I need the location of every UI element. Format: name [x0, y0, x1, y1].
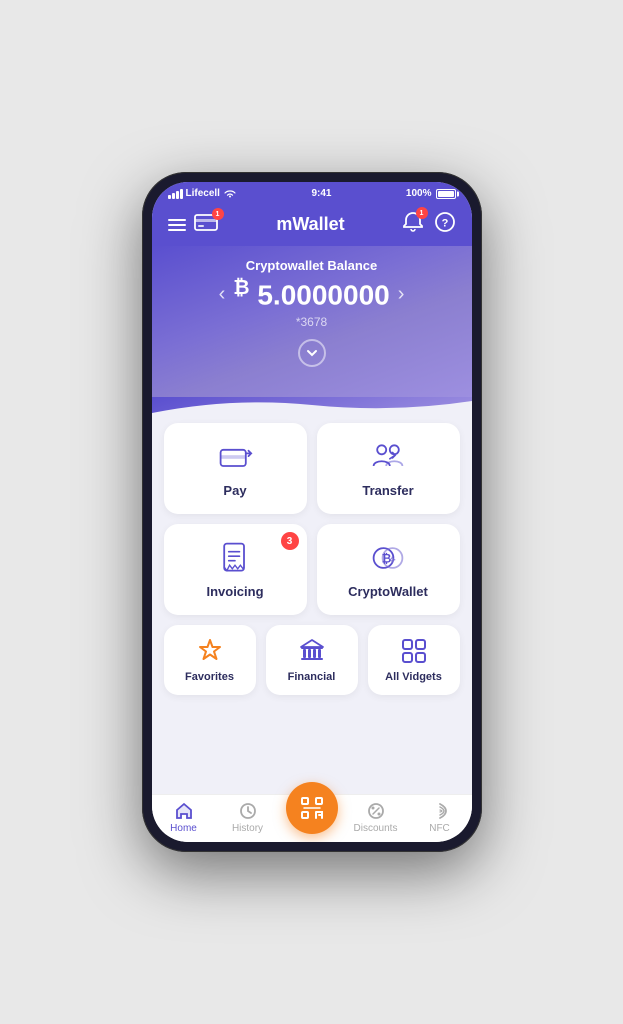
grid-icon — [400, 637, 428, 665]
all-vidgets-label: All Vidgets — [385, 671, 442, 683]
invoicing-icon — [217, 540, 253, 576]
all-vidgets-card[interactable]: All Vidgets — [368, 625, 460, 695]
financial-label: Financial — [288, 671, 336, 683]
favorites-card[interactable]: Favorites — [164, 625, 256, 695]
menu-button[interactable] — [168, 219, 186, 231]
notification-badge: 1 — [416, 207, 428, 219]
nav-nfc-label: NFC — [429, 823, 450, 834]
help-button[interactable]: ? — [434, 211, 456, 238]
notification-button[interactable]: 1 — [402, 211, 424, 238]
next-wallet-button[interactable]: › — [398, 283, 405, 306]
nav-scan-wrapper — [280, 802, 344, 834]
quick-actions-grid: Favorites Financial — [164, 625, 460, 695]
phone-screen: Lifecell 9:41 100% — [152, 182, 472, 842]
chevron-down-icon — [305, 346, 319, 360]
balance-row: ‹ ₿ 5.0000000 › — [168, 277, 456, 311]
financial-card[interactable]: Financial — [266, 625, 358, 695]
header-right: 1 ? — [402, 211, 456, 238]
svg-text:⟡: ⟡ — [389, 555, 396, 566]
account-number: *3678 — [168, 315, 456, 329]
pay-icon — [217, 439, 253, 475]
scan-button[interactable] — [286, 782, 338, 834]
main-content: Pay Transfer 3 — [152, 413, 472, 794]
transfer-label: Transfer — [362, 483, 413, 498]
bank-icon — [298, 637, 326, 665]
app-title: mWallet — [276, 214, 344, 235]
phone-frame: Lifecell 9:41 100% — [142, 172, 482, 852]
pay-card[interactable]: Pay — [164, 423, 307, 514]
nav-discounts-label: Discounts — [354, 823, 398, 834]
transfer-card[interactable]: Transfer — [317, 423, 460, 514]
balance-label: Cryptowallet Balance — [168, 258, 456, 273]
card-badge: 1 — [212, 208, 224, 220]
invoicing-label: Invoicing — [206, 584, 263, 599]
favorites-label: Favorites — [185, 671, 234, 683]
header-left: 1 — [168, 212, 220, 237]
cryptowallet-label: CryptoWallet — [348, 584, 428, 599]
battery-icon — [436, 189, 456, 199]
svg-text:?: ? — [441, 218, 448, 230]
time-display: 9:41 — [311, 188, 331, 199]
nav-history-label: History — [232, 823, 263, 834]
wifi-icon — [223, 189, 237, 199]
home-icon — [174, 801, 194, 821]
discounts-icon — [366, 801, 386, 821]
status-right: 100% — [406, 188, 456, 199]
nav-home-label: Home — [170, 823, 197, 834]
battery-fill — [438, 191, 454, 197]
action-grid: Pay Transfer 3 — [164, 423, 460, 615]
pay-label: Pay — [223, 483, 246, 498]
prev-wallet-button[interactable]: ‹ — [219, 283, 226, 306]
invoicing-card[interactable]: 3 Invoicing — [164, 524, 307, 615]
bottom-nav: Home History — [152, 794, 472, 842]
cryptowallet-card[interactable]: ₿ ⟡ CryptoWallet — [317, 524, 460, 615]
nav-discounts[interactable]: Discounts — [344, 801, 408, 834]
balance-amount: ₿ 5.0000000 — [233, 277, 389, 311]
signal-icon — [168, 189, 183, 199]
scan-icon — [300, 796, 324, 820]
nfc-icon — [430, 801, 450, 821]
star-icon — [196, 637, 224, 665]
card-icon-wrapper[interactable]: 1 — [194, 212, 220, 237]
transfer-icon — [370, 439, 406, 475]
balance-section: Cryptowallet Balance ‹ ₿ 5.0000000 › *36… — [152, 246, 472, 397]
app-header: 1 mWallet 1 ? — [152, 203, 472, 246]
nav-home[interactable]: Home — [152, 801, 216, 834]
expand-button[interactable] — [298, 339, 326, 367]
wave-separator — [152, 397, 472, 413]
invoice-badge: 3 — [281, 532, 299, 550]
nav-nfc[interactable]: NFC — [408, 801, 472, 834]
status-left: Lifecell — [168, 188, 237, 199]
status-bar: Lifecell 9:41 100% — [152, 182, 472, 203]
battery-label: 100% — [406, 188, 432, 199]
crypto-icon: ₿ ⟡ — [370, 540, 406, 576]
currency-symbol: ₿ — [233, 277, 249, 299]
history-icon — [238, 801, 258, 821]
help-icon: ? — [434, 211, 456, 233]
carrier-label: Lifecell — [186, 188, 220, 199]
nav-history[interactable]: History — [216, 801, 280, 834]
